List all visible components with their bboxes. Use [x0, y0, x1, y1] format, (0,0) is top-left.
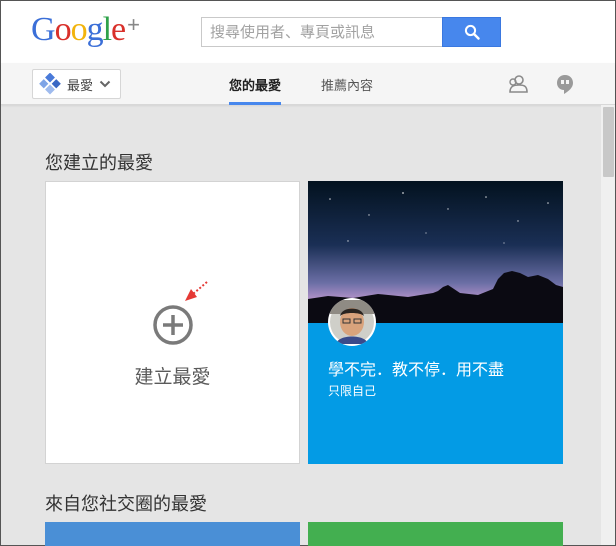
tab-recommended-label: 推薦內容: [321, 78, 374, 94]
tab-your-collections-label: 您的最愛: [229, 78, 282, 94]
search-input[interactable]: [201, 17, 443, 47]
chevron-down-icon: [99, 80, 111, 88]
scrollbar-thumb[interactable]: [603, 107, 614, 177]
collections-icon: [39, 73, 61, 95]
hangouts-icon[interactable]: [554, 73, 576, 95]
collection-title: 學不完．教不停．用不盡: [328, 360, 505, 379]
home-menu-dropdown[interactable]: 最愛: [32, 69, 121, 99]
nav-bar: 最愛 您的最愛 推薦內容: [1, 63, 615, 105]
create-collection-card[interactable]: 建立最愛: [45, 181, 300, 464]
collection-card[interactable]: 學不完．教不停．用不盡 只限自己: [308, 181, 563, 464]
create-collection-label: 建立最愛: [134, 366, 211, 388]
google-plus-logo[interactable]: Go o g l e +: [31, 11, 140, 51]
circle-collection-card[interactable]: [308, 522, 563, 546]
search-button[interactable]: [442, 17, 501, 47]
search-icon: [464, 24, 480, 40]
pointer-arrow-icon: [185, 281, 208, 301]
collection-visibility: 只限自己: [328, 384, 377, 398]
tab-your-collections[interactable]: 您的最愛: [229, 63, 282, 105]
tab-recommended[interactable]: 推薦內容: [321, 63, 373, 105]
home-menu-label: 最愛: [67, 78, 94, 94]
top-bar: Go o g l e +: [1, 1, 615, 63]
circle-collection-card[interactable]: [45, 522, 300, 546]
people-icon[interactable]: [507, 73, 529, 95]
add-circle-icon: [153, 305, 193, 345]
created-collections-title: 您建立的最愛: [45, 153, 153, 174]
circles-collections-title: 來自您社交圈的最愛: [45, 494, 207, 515]
avatar: [328, 298, 376, 346]
